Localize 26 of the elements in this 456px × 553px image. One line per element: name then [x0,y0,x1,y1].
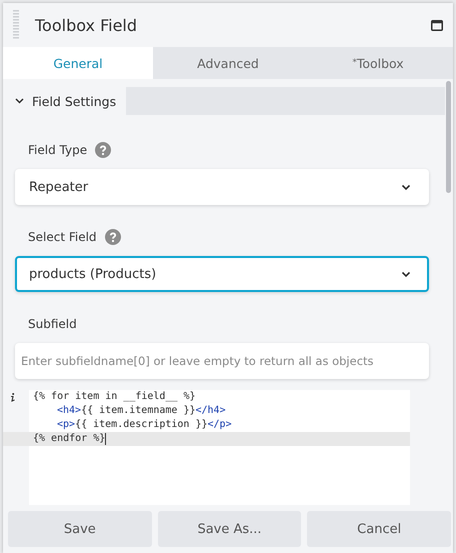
chevron-down-icon [401,270,411,278]
drag-handle-icon[interactable] [13,10,19,40]
subfield-input[interactable]: Enter subfieldname[0] or leave empty to return all as objects [15,343,429,380]
scrollbar[interactable] [446,81,451,193]
chevron-down-icon [401,184,411,191]
help-icon[interactable] [95,142,112,158]
tab[interactable]: Advanced [153,47,303,79]
code-line: <h4>{{ item.itemname }}</h4> [56,404,227,418]
maximize-icon[interactable] [431,20,443,30]
footer-button[interactable]: Save [8,511,152,547]
footer-button[interactable]: Save As... [158,511,302,547]
field-label: Select Field [28,230,97,244]
help-icon[interactable] [104,229,121,246]
chevron-down-icon [15,98,24,104]
code-line: {% for item in __field__ %} [32,390,197,404]
select-dropdown[interactable]: Repeater [15,169,429,206]
tab[interactable]: $^{*}$Toolbox [303,47,453,79]
line-highlight [3,432,29,446]
field-label: Field Type [28,143,88,158]
footer-button[interactable]: Cancel [307,511,452,547]
section-header[interactable]: Field Settings [3,87,126,116]
select-dropdown[interactable]: products (Products) [15,256,429,292]
window-title: Toolbox Field [35,16,138,34]
tab[interactable]: General [3,47,153,79]
code-line: <p>{{ item.description }}</p> [56,418,233,432]
field-label: Subfield [28,317,77,332]
